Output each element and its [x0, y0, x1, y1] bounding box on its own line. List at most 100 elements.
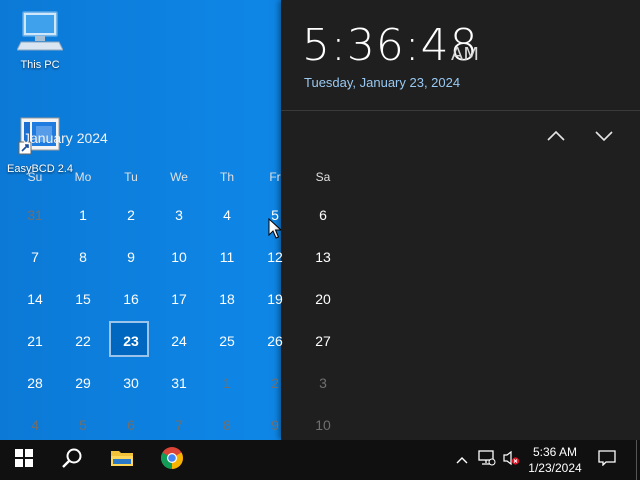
calendar-day[interactable]: 1 — [59, 194, 107, 236]
windows-logo-icon — [15, 448, 33, 472]
calendar-day-number: 23 — [123, 333, 139, 349]
calendar-day-number: 7 — [31, 249, 39, 265]
calendar-day-number: 2 — [127, 207, 135, 223]
calendar-day-number: 8 — [79, 249, 87, 265]
chevron-up-icon — [547, 129, 565, 147]
next-month-button[interactable] — [592, 126, 616, 150]
chrome-icon — [160, 446, 184, 475]
calendar-day-number: 22 — [75, 333, 91, 349]
calendar-day-number: 10 — [171, 249, 187, 265]
calendar-day[interactable]: 2 — [107, 194, 155, 236]
show-desktop-button[interactable] — [636, 440, 640, 480]
calendar-day-number: 20 — [315, 291, 331, 307]
calendar-day[interactable]: 3 — [155, 194, 203, 236]
desktop-icon-this-pc[interactable]: This PC — [2, 10, 78, 71]
search-button[interactable] — [48, 440, 96, 480]
calendar-day-number: 11 — [219, 249, 235, 265]
show-hidden-icons-button[interactable] — [452, 450, 472, 470]
calendar-day-number: 31 — [171, 375, 187, 391]
calendar-day[interactable]: 10 — [155, 236, 203, 278]
calendar-day[interactable]: 20 — [299, 278, 347, 320]
calendar-day[interactable]: 11 — [203, 236, 251, 278]
calendar-day-number: 9 — [271, 417, 279, 433]
calendar-day-number: 21 — [27, 333, 43, 349]
calendar-day[interactable]: 26 — [251, 320, 299, 362]
calendar-day[interactable]: 15 — [59, 278, 107, 320]
calendar-day[interactable]: 25 — [203, 320, 251, 362]
time-ampm: AM — [451, 44, 479, 65]
start-button[interactable] — [0, 440, 48, 480]
previous-month-button[interactable] — [544, 126, 568, 150]
calendar-day-number: 6 — [127, 417, 135, 433]
network-button[interactable] — [477, 449, 497, 471]
network-icon — [478, 449, 496, 471]
calendar-day[interactable]: 31 — [155, 362, 203, 404]
calendar-day-number: 13 — [315, 249, 331, 265]
calendar-day-number: 3 — [175, 207, 183, 223]
calendar-day-number: 5 — [79, 417, 87, 433]
weekday-label: Mo — [74, 170, 92, 184]
month-label[interactable]: January 2024 — [23, 130, 108, 146]
calendar-day[interactable]: 31 — [11, 194, 59, 236]
calendar-day-number: 16 — [123, 291, 139, 307]
calendar-day[interactable]: 7 — [11, 236, 59, 278]
calendar-day[interactable]: 2 — [251, 362, 299, 404]
calendar-day[interactable]: 8 — [59, 236, 107, 278]
calendar-day[interactable]: 24 — [155, 320, 203, 362]
calendar-day[interactable]: 29 — [59, 362, 107, 404]
calendar-day[interactable]: 5 — [251, 194, 299, 236]
calendar-day[interactable]: 9 — [107, 236, 155, 278]
calendar-day[interactable]: 30 — [107, 362, 155, 404]
calendar-day-grid: 31 1 2 3 4 5 6 7 8 9 10 11 12 13 14 15 16 17 18 19 20 21 22 23 2… — [11, 194, 347, 446]
calendar-day-number: 17 — [171, 291, 187, 307]
calendar-day-number: 31 — [27, 207, 43, 223]
calendar-day[interactable]: 4 — [203, 194, 251, 236]
weekday-label: Su — [27, 170, 43, 184]
weekday-header: Su Mo Tu We Th Fr Sa — [11, 170, 347, 184]
speaker-muted-icon — [502, 450, 520, 471]
calendar-day[interactable]: 21 — [11, 320, 59, 362]
calendar-day[interactable]: 1 — [203, 362, 251, 404]
tray-clock[interactable]: 5:36 AM 1/23/2024 — [522, 444, 588, 476]
file-explorer-button[interactable] — [98, 440, 146, 480]
calendar-day-number: 15 — [75, 291, 91, 307]
calendar-day-today[interactable]: 23 — [107, 320, 155, 362]
calendar-day[interactable]: 6 — [299, 194, 347, 236]
chevron-down-icon — [595, 129, 613, 147]
calendar-day-number: 28 — [27, 375, 43, 391]
tray-time: 5:36 AM — [532, 445, 578, 459]
weekday-label: Tu — [124, 170, 138, 184]
calendar-day[interactable]: 19 — [251, 278, 299, 320]
calendar-day-number: 2 — [271, 375, 279, 391]
calendar-day-number: 7 — [175, 417, 183, 433]
calendar-day[interactable]: 13 — [299, 236, 347, 278]
calendar-day[interactable]: 28 — [11, 362, 59, 404]
calendar-day-number: 30 — [123, 375, 139, 391]
long-date-link[interactable]: Tuesday, January 23, 2024 — [304, 75, 460, 90]
calendar-day-number: 19 — [267, 291, 283, 307]
calendar-day[interactable]: 12 — [251, 236, 299, 278]
calendar-day[interactable]: 14 — [11, 278, 59, 320]
calendar-day-number: 26 — [267, 333, 283, 349]
calendar-day[interactable]: 17 — [155, 278, 203, 320]
desktop-icon-label: This PC — [20, 59, 60, 71]
weekday-label: We — [170, 170, 188, 184]
calendar-day-number: 3 — [319, 375, 327, 391]
calendar-day-number: 12 — [267, 249, 283, 265]
calendar-day[interactable]: 22 — [59, 320, 107, 362]
tray-date: 1/23/2024 — [528, 461, 582, 475]
calendar-day-number: 1 — [79, 207, 87, 223]
calendar-day[interactable]: 18 — [203, 278, 251, 320]
volume-button[interactable] — [501, 450, 521, 470]
calendar-day[interactable]: 16 — [107, 278, 155, 320]
chrome-button[interactable] — [148, 440, 196, 480]
weekday-label: Th — [219, 170, 234, 184]
notification-icon — [598, 449, 616, 471]
calendar-day[interactable]: 27 — [299, 320, 347, 362]
calendar-day-number: 6 — [319, 207, 327, 223]
weekday-label: Fr — [269, 170, 281, 184]
search-icon — [61, 447, 83, 474]
action-center-button[interactable] — [597, 449, 617, 471]
calendar-day-number: 14 — [27, 291, 43, 307]
calendar-day[interactable]: 3 — [299, 362, 347, 404]
